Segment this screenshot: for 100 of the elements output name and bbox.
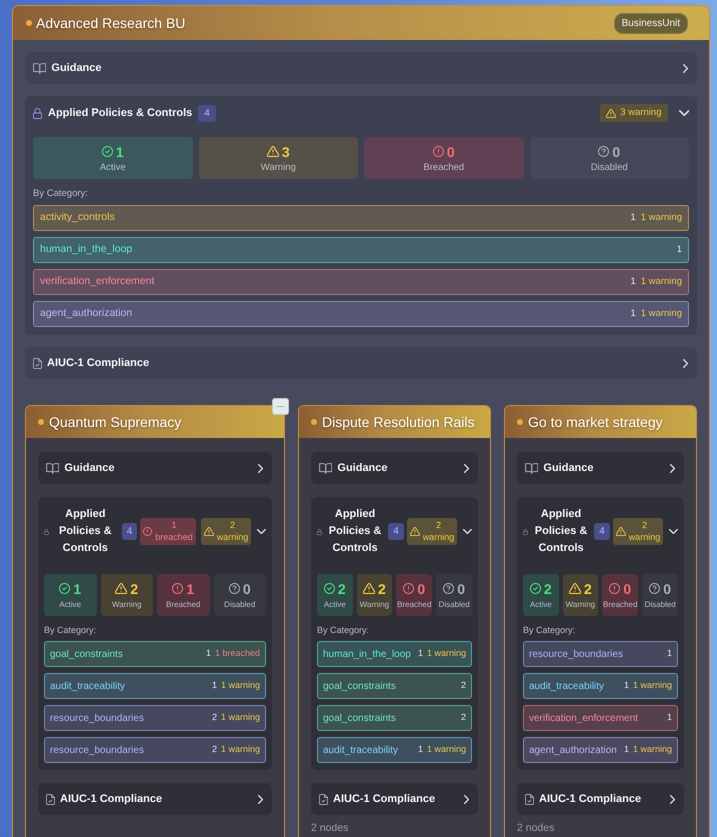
- card-title: Go to market strategy: [528, 412, 663, 432]
- chevron-down-icon[interactable]: [463, 529, 472, 534]
- category-name: activity_controls: [40, 210, 115, 226]
- accordion-header[interactable]: AIUC-1 Compliance: [311, 783, 478, 815]
- accordion-header[interactable]: Guidance: [517, 452, 684, 484]
- category-row[interactable]: human_in_the_loop 1 1 warning: [317, 641, 472, 667]
- node-count: 2 nodes: [517, 823, 556, 834]
- accordion-header[interactable]: Guidance: [25, 52, 697, 84]
- alert-circle-icon: [609, 583, 620, 594]
- stat-value: 0: [612, 144, 620, 160]
- chevron-down-icon[interactable]: [669, 529, 678, 534]
- warning-icon: [115, 583, 128, 594]
- category-row[interactable]: audit_traceability 1 1 warning: [44, 673, 266, 699]
- file-check-icon: [46, 794, 55, 804]
- check-circle-icon: [530, 583, 541, 594]
- category-row[interactable]: resource_boundaries 2 1 warning: [44, 705, 266, 731]
- category-count: 1: [624, 743, 629, 756]
- book-icon: [319, 462, 332, 474]
- category-name: resource_boundaries: [50, 712, 144, 726]
- category-status: 1 warning: [220, 711, 260, 724]
- category-status: 1 warning: [426, 743, 466, 756]
- category-row[interactable]: audit_traceability 1 1 warning: [523, 673, 678, 699]
- chevron-down-icon[interactable]: [678, 110, 689, 116]
- category-row[interactable]: activity_controls 1 1 warning: [33, 205, 689, 231]
- accordion-header[interactable]: AIUC-1 Compliance: [38, 783, 272, 815]
- accordion-header[interactable]: Guidance: [311, 452, 478, 484]
- collapse-button[interactable]: [272, 398, 289, 415]
- accordion-header[interactable]: AIUC-1 Compliance: [25, 347, 697, 379]
- lock-icon: [33, 108, 42, 118]
- category-count: 1: [676, 242, 682, 257]
- lock-icon: [44, 528, 49, 534]
- category-count: 2: [460, 679, 466, 692]
- stat-value: 1: [116, 144, 124, 160]
- stat-label: Breached: [397, 598, 432, 610]
- stat-value: 0: [446, 144, 455, 160]
- help-circle-icon: [443, 583, 454, 594]
- stat-label: Warning: [260, 162, 296, 172]
- stat-label: Active: [100, 162, 126, 172]
- card-title: Dispute Resolution Rails: [322, 412, 475, 432]
- stat-label: Disabled: [644, 598, 676, 610]
- accordion-header[interactable]: Guidance: [38, 452, 272, 484]
- stat-value: 0: [623, 580, 632, 596]
- book-icon: [46, 462, 60, 474]
- stat-label: Breached: [423, 162, 464, 172]
- category-row[interactable]: goal_constraints 2: [317, 673, 472, 699]
- category-count: 2: [212, 711, 217, 724]
- category-name: audit_traceability: [323, 744, 398, 758]
- category-name: goal_constraints: [323, 680, 396, 694]
- category-row[interactable]: resource_boundaries 1: [523, 641, 678, 667]
- stat-value: 2: [584, 580, 592, 596]
- category-row[interactable]: agent_authorization 1 1 warning: [523, 737, 678, 763]
- stat-value: 1: [73, 580, 82, 596]
- stat-label: Warning: [566, 598, 596, 610]
- category-row[interactable]: goal_constraints 1 1 breached: [44, 641, 266, 667]
- dot-icon: [517, 419, 523, 425]
- category-heading: By Category:: [317, 624, 370, 636]
- stat-label: Active: [324, 598, 346, 610]
- category-name: goal_constraints: [50, 648, 123, 662]
- count-badge: 4: [198, 104, 216, 122]
- warning-icon: [266, 146, 279, 157]
- warning-icon: [568, 583, 582, 594]
- count-badge: 4: [122, 523, 138, 540]
- stat-label: Warning: [360, 598, 390, 610]
- stat-value: 2: [378, 580, 386, 596]
- category-row[interactable]: agent_authorization 1 1 warning: [33, 301, 689, 327]
- category-name: audit_traceability: [50, 680, 126, 694]
- stat-value: 2: [544, 580, 552, 596]
- warning-icon: [362, 583, 376, 594]
- help-circle-icon: [228, 583, 240, 594]
- accordion-header[interactable]: AIUC-1 Compliance: [517, 783, 684, 815]
- category-name: verification_enforcement: [40, 274, 154, 290]
- category-row[interactable]: human_in_the_loop 1: [33, 237, 689, 263]
- section-title: Applied Policies & Controls: [328, 507, 382, 556]
- stat-value: 0: [457, 580, 466, 596]
- category-heading: By Category:: [33, 188, 89, 200]
- category-row[interactable]: goal_constraints 2: [317, 705, 472, 731]
- category-count: 1: [418, 743, 423, 756]
- category-row[interactable]: resource_boundaries 2 1 warning: [44, 737, 266, 763]
- warning-icon: [204, 527, 214, 536]
- alert-text: 1 breached: [155, 520, 193, 543]
- category-status: 1 breached: [214, 647, 260, 660]
- category-count: 1: [666, 647, 672, 660]
- check-circle-icon: [59, 583, 70, 594]
- card-title: Quantum Supremacy: [49, 412, 182, 432]
- chevron-down-icon[interactable]: [257, 529, 266, 534]
- category-row[interactable]: audit_traceability 1 1 warning: [317, 737, 472, 763]
- category-name: verification_enforcement: [529, 712, 638, 726]
- category-count: 2: [460, 711, 466, 724]
- section-title: Applied Policies & Controls: [58, 507, 113, 556]
- category-row[interactable]: verification_enforcement 1 1 warning: [33, 269, 689, 295]
- file-check-icon: [525, 794, 534, 804]
- stat-label: Disabled: [224, 598, 256, 610]
- category-count: 1: [666, 711, 672, 724]
- help-circle-icon: [598, 146, 610, 157]
- count-badge: 4: [388, 523, 404, 540]
- alert-text: 2 warning: [216, 520, 248, 543]
- stat-value: 0: [242, 580, 251, 596]
- category-count: 1: [206, 647, 211, 660]
- category-row[interactable]: verification_enforcement 1: [523, 705, 678, 731]
- type-badge: BusinessUnit: [614, 12, 688, 34]
